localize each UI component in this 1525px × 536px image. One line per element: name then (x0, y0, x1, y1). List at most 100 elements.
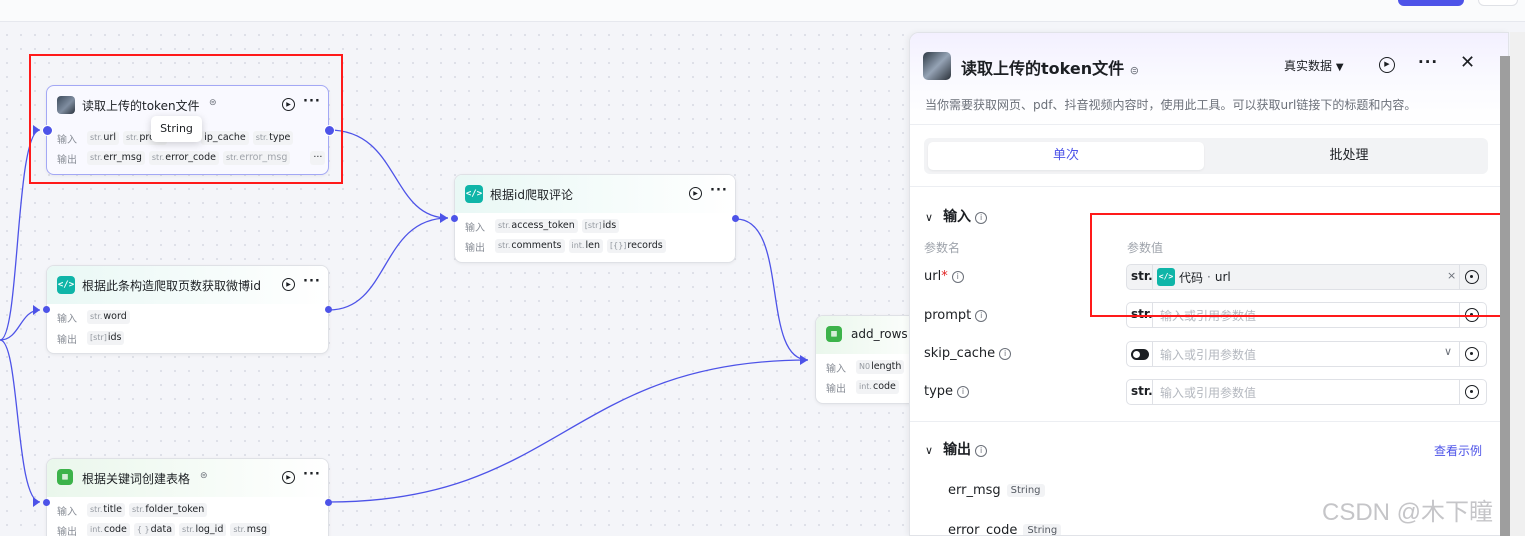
panel-description: 当你需要获取网页、pdf、抖音视频内容时，使用此工具。可以获取url链接下的标题… (925, 98, 1417, 112)
input-label: 输入 (57, 313, 77, 325)
output-tag-ids: [str]ids (87, 331, 125, 345)
node-comments[interactable]: </> 根据id爬取评论 ▶ ··· 输入 str.access_token [… (454, 174, 736, 263)
param-name: code (103, 524, 127, 535)
edge-start-to-table (0, 339, 41, 503)
output-label: 输出 (465, 242, 485, 254)
node-run-icon[interactable]: ▶ (282, 278, 295, 291)
param-name: type (924, 384, 954, 399)
info-icon: i (975, 445, 988, 457)
chevron-down-icon[interactable]: ∨ (1444, 345, 1452, 358)
section-divider (910, 186, 1508, 187)
output-section-header[interactable]: ∨ 输出 i (925, 439, 988, 459)
node-title: add_rows (851, 327, 908, 341)
node-output-row: 输出 str.comments int.len [{}]records (465, 238, 666, 254)
panel-title: 读取上传的token文件 ⊜ (961, 55, 1139, 79)
toolbar-secondary-button[interactable] (1478, 0, 1518, 6)
node-run-icon[interactable]: ▶ (689, 187, 702, 200)
tab-batch[interactable]: 批处理 (1214, 142, 1484, 170)
param-name: prompt (924, 308, 972, 323)
node-input-row: 输入 str.word (57, 309, 130, 325)
output-tag-code: int.code (87, 523, 130, 536)
node-header: ▦ 根据关键词创建表格 ⊜ ▶ ··· (47, 459, 328, 497)
node-run-icon[interactable]: ▶ (282, 471, 295, 484)
param-name: ids (602, 220, 617, 231)
node-input-row: 输入 str.access_token [str]ids (465, 218, 620, 234)
type-label: int. (859, 382, 872, 391)
type-label: str. (498, 221, 511, 230)
output-item: err_msg String (948, 483, 1045, 498)
type-label: [str] (90, 333, 107, 342)
node-output-port[interactable] (325, 306, 332, 313)
input-tag-word: str.word (87, 310, 130, 324)
close-icon[interactable]: ✕ (1460, 52, 1475, 73)
panel-header: 读取上传的token文件 ⊜ 真实数据 ▼ ▶ ··· ✕ 当你需要获取网页、p… (910, 33, 1508, 125)
data-source-select[interactable]: 真实数据 ▼ (1284, 57, 1344, 74)
node-more-icon[interactable]: ··· (710, 183, 728, 198)
input-label: 输入 (57, 506, 77, 518)
param-name: access_token (511, 220, 575, 231)
edge-token-to-comments (328, 129, 449, 219)
node-weibo-id[interactable]: </> 根据此条构造爬取页数获取微博id ▶ ··· 输入 str.word 输… (46, 265, 329, 354)
reference-target-icon[interactable] (1465, 347, 1479, 361)
info-icon: i (957, 386, 970, 398)
code-icon: </> (57, 276, 75, 294)
type-field[interactable]: str. 输入或引用参数值 (1126, 379, 1487, 405)
param-label-skip-cache: skip_cache i (924, 346, 1012, 361)
param-label-prompt: prompt i (924, 308, 988, 323)
output-tag-data: { }data (133, 523, 176, 536)
edge-comments-to-addrows (735, 218, 809, 361)
plugin-badge-icon: ⊜ (200, 471, 208, 481)
sheet-icon: ▦ (57, 469, 73, 485)
column-header-name: 参数名 (924, 241, 961, 255)
input-tag-length: N0length (856, 360, 905, 374)
chevron-down-icon: ∨ (925, 211, 934, 224)
info-icon: i (975, 310, 988, 322)
node-more-icon[interactable]: ··· (303, 274, 321, 289)
input-section-header[interactable]: ∨ 输入 i (925, 206, 988, 226)
param-name: len (585, 240, 600, 251)
node-input-port[interactable] (43, 306, 50, 313)
panel-run-icon[interactable]: ▶ (1379, 57, 1395, 73)
skip-cache-field[interactable]: 输入或引用参数值 ∨ (1126, 341, 1487, 367)
reference-target-icon[interactable] (1465, 385, 1479, 399)
info-icon: i (975, 212, 988, 224)
node-input-row: 输入 N0length (826, 359, 905, 375)
output-tag-code: int.code (856, 380, 899, 394)
watermark: CSDN @木下瞳 (1322, 499, 1494, 526)
type-label: str. (131, 505, 145, 514)
boolean-toggle-icon[interactable] (1131, 349, 1149, 360)
param-name: log_id (195, 524, 224, 535)
output-label: 输出 (57, 526, 77, 536)
input-tag-folder-token: str.folder_token (128, 503, 208, 517)
view-example-link[interactable]: 查看示例 (1434, 442, 1482, 459)
node-output-port[interactable] (732, 215, 739, 222)
edge-start-to-weibo (0, 309, 41, 341)
node-input-port[interactable] (451, 215, 458, 222)
panel-more-icon[interactable]: ··· (1418, 53, 1438, 71)
output-label: 输出 (57, 334, 77, 346)
input-label: 输入 (826, 363, 846, 375)
type-label: str. (498, 241, 511, 250)
sheet-icon: ▦ (826, 326, 842, 342)
input-tag-title: str.title (87, 503, 125, 517)
tab-single[interactable]: 单次 (928, 142, 1204, 170)
node-more-icon[interactable]: ··· (303, 467, 321, 482)
node-header: </> 根据此条构造爬取页数获取微博id ▶ ··· (47, 266, 328, 304)
node-input-port[interactable] (43, 499, 50, 506)
section-title: 输出 (943, 442, 972, 458)
param-name: ids (107, 332, 122, 343)
param-name: comments (511, 240, 562, 251)
panel-scrollbar[interactable] (1500, 56, 1510, 536)
output-name: error_code (948, 523, 1018, 536)
node-create-table[interactable]: ▦ 根据关键词创建表格 ⊜ ▶ ··· 输入 str.title str.fol… (46, 458, 329, 536)
node-output-port[interactable] (325, 499, 332, 506)
type-label: [str] (584, 221, 602, 230)
field-separator (1459, 342, 1460, 366)
output-type-tag: String (1006, 484, 1045, 497)
output-tag-log-id: str.log_id (179, 523, 227, 536)
plugin-avatar-icon (923, 52, 951, 80)
publish-button[interactable] (1398, 0, 1464, 6)
data-source-label: 真实数据 (1284, 59, 1333, 73)
field-separator (1152, 342, 1153, 366)
window-edge (1510, 32, 1525, 536)
